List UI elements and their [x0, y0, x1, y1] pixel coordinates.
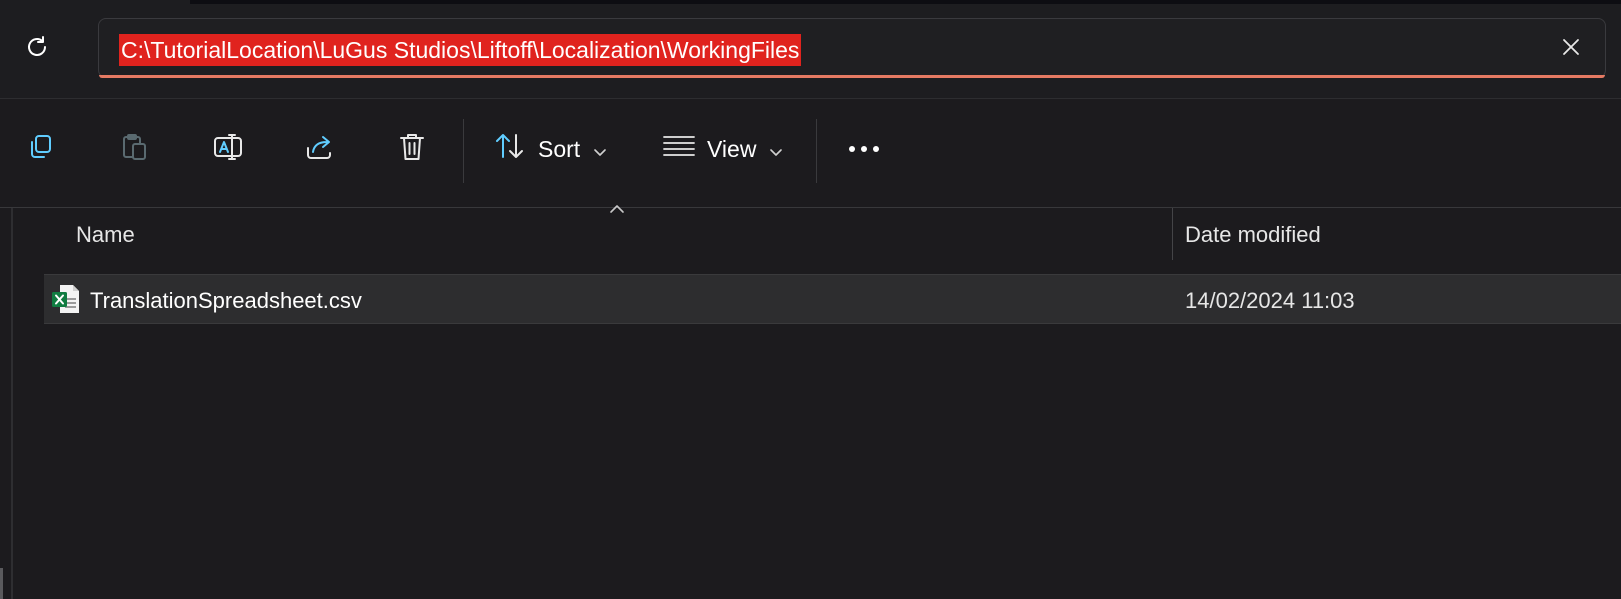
column-header-name[interactable]: Name	[76, 222, 135, 248]
command-bar: Sort View	[0, 99, 1621, 208]
column-header-row: Name Date modified	[44, 205, 1621, 260]
file-list-pane: Name Date modified TranslationSpreadshee…	[0, 205, 1621, 599]
sort-label: Sort	[538, 135, 581, 162]
paste-icon	[119, 132, 149, 167]
command-separator	[463, 119, 464, 183]
share-button[interactable]	[298, 127, 342, 171]
delete-button[interactable]	[390, 127, 434, 171]
column-divider[interactable]	[1172, 208, 1173, 260]
sort-ascending-icon	[607, 202, 627, 216]
chevron-down-icon	[594, 136, 606, 163]
file-name[interactable]: TranslationSpreadsheet.csv	[90, 288, 362, 314]
file-explorer-window: C:\TutorialLocation\LuGus Studios\Liftof…	[0, 0, 1621, 599]
delete-icon	[397, 131, 427, 168]
navigation-pane-edge	[11, 208, 13, 599]
sort-button[interactable]: Sort	[494, 127, 606, 171]
close-icon	[1561, 37, 1581, 62]
view-button[interactable]: View	[663, 127, 783, 171]
file-row[interactable]: TranslationSpreadsheet.csv 14/02/2024 11…	[44, 274, 1621, 324]
see-more-button[interactable]	[842, 127, 886, 171]
copy-button[interactable]	[18, 127, 62, 171]
excel-csv-icon	[52, 284, 80, 314]
file-date-modified: 14/02/2024 11:03	[1185, 288, 1355, 313]
copy-icon	[25, 132, 55, 167]
address-focus-underline	[99, 75, 1605, 78]
sort-icon	[494, 131, 526, 167]
more-icon	[847, 140, 881, 158]
paste-button[interactable]	[112, 127, 156, 171]
chevron-down-icon	[770, 136, 783, 163]
address-bar-region: C:\TutorialLocation\LuGus Studios\Liftof…	[0, 0, 1621, 99]
address-path-text[interactable]: C:\TutorialLocation\LuGus Studios\Liftof…	[119, 34, 802, 66]
clear-address-button[interactable]	[1553, 31, 1589, 67]
rename-icon	[212, 132, 244, 167]
address-input[interactable]: C:\TutorialLocation\LuGus Studios\Liftof…	[98, 18, 1606, 78]
title-strip	[190, 0, 1621, 4]
command-separator	[816, 119, 817, 183]
rename-button[interactable]	[206, 127, 250, 171]
share-icon	[304, 132, 336, 167]
scrollbar-thumb[interactable]	[0, 568, 3, 599]
column-header-date-modified[interactable]: Date modified	[1185, 222, 1321, 248]
view-icon	[663, 134, 695, 164]
view-label: View	[707, 135, 757, 162]
refresh-button[interactable]	[18, 30, 56, 68]
refresh-icon	[24, 34, 50, 65]
